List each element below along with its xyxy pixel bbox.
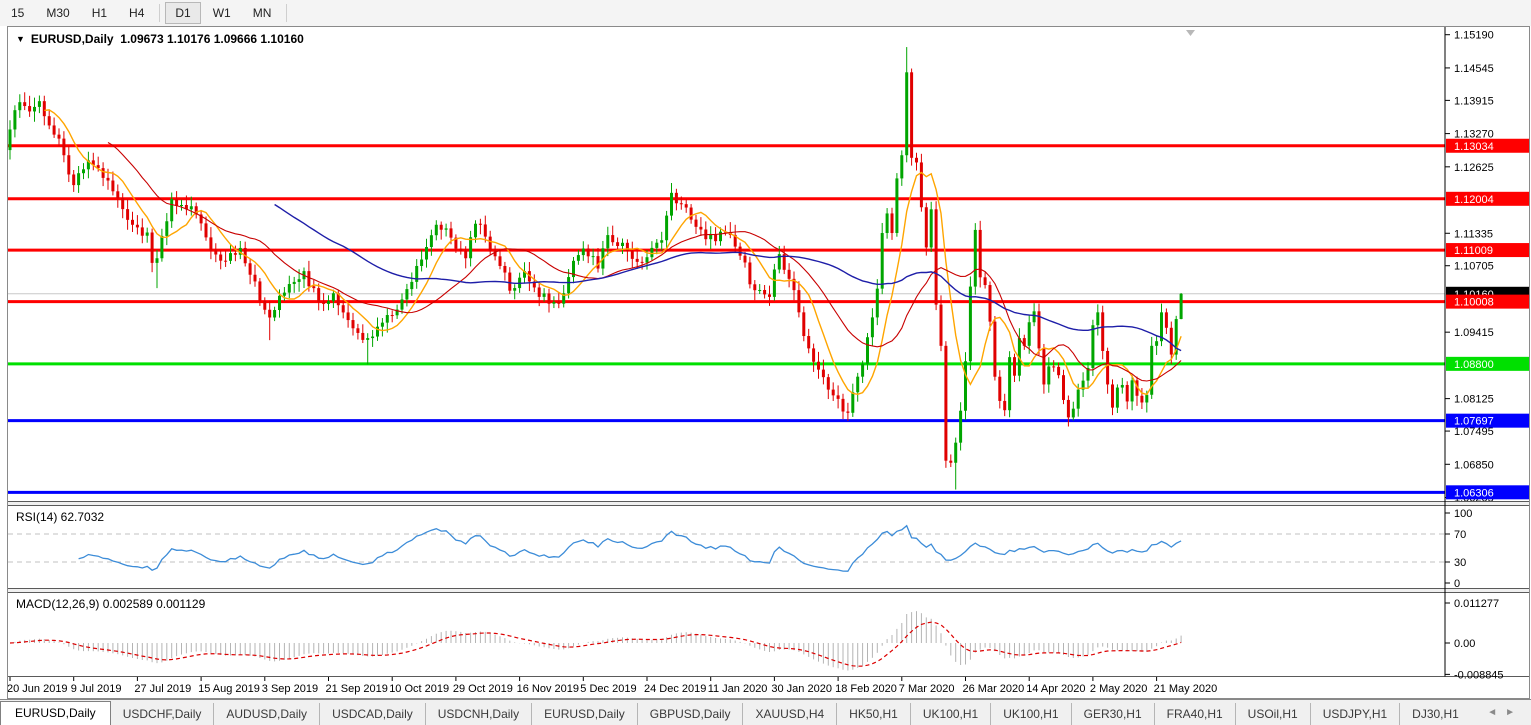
svg-text:100: 100	[1454, 508, 1472, 520]
chart-tab-usdcnh[interactable]: USDCNH,Daily	[425, 703, 531, 725]
chart-tab-xauusd[interactable]: XAUUSD,H4	[742, 703, 836, 725]
svg-text:10 Oct 2019: 10 Oct 2019	[389, 683, 449, 695]
chart-tab-eurusd2[interactable]: EURUSD,Daily	[531, 703, 637, 725]
svg-text:21 Sep 2019: 21 Sep 2019	[326, 683, 388, 695]
svg-text:1.13034: 1.13034	[1454, 141, 1494, 153]
chart-tab-ger30[interactable]: GER30,H1	[1071, 703, 1154, 725]
chart-shift-marker-icon[interactable]	[1186, 30, 1195, 36]
chart-window[interactable]: 1.151901.145451.139151.132701.126251.113…	[7, 26, 1530, 699]
timeframe-button-h1[interactable]: H1	[82, 2, 117, 24]
svg-text:18 Feb 2020: 18 Feb 2020	[835, 683, 897, 695]
toolbar-separator	[286, 4, 287, 22]
chart-canvas[interactable]: 1.151901.145451.139151.132701.126251.113…	[8, 27, 1529, 698]
chart-tab-usdjpy[interactable]: USDJPY,H1	[1310, 703, 1399, 725]
svg-text:7 Mar 2020: 7 Mar 2020	[899, 683, 955, 695]
svg-text:1.11335: 1.11335	[1454, 228, 1493, 240]
mt4-application: { "toolbar": { "timeframes": ["15","M30"…	[0, 0, 1531, 725]
svg-text:2 May 2020: 2 May 2020	[1090, 683, 1147, 695]
svg-text:1.09415: 1.09415	[1454, 327, 1494, 339]
svg-text:1.07697: 1.07697	[1454, 416, 1494, 428]
chart-tab-eurusd-active[interactable]: EURUSD,Daily	[0, 701, 111, 725]
svg-text:21 May 2020: 21 May 2020	[1154, 683, 1218, 695]
svg-text:1.07495: 1.07495	[1454, 426, 1494, 438]
price-axis: 1.151901.145451.139151.132701.126251.113…	[1445, 30, 1494, 505]
svg-text:1.13915: 1.13915	[1454, 95, 1494, 107]
svg-text:27 Jul 2019: 27 Jul 2019	[134, 683, 191, 695]
svg-text:14 Apr 2020: 14 Apr 2020	[1026, 683, 1085, 695]
timeframe-button-mn[interactable]: MN	[243, 2, 282, 24]
svg-text:30 Jan 2020: 30 Jan 2020	[771, 683, 832, 695]
svg-text:1.12625: 1.12625	[1454, 162, 1494, 174]
rsi-pane: 100 70 30 0	[8, 508, 1472, 590]
svg-text:1.14545: 1.14545	[1454, 63, 1494, 75]
toolbar-separator	[159, 4, 160, 22]
svg-text:30: 30	[1454, 557, 1466, 569]
chart-tab-hk50[interactable]: HK50,H1	[836, 703, 910, 725]
timeframe-button-w1[interactable]: W1	[203, 2, 241, 24]
svg-text:1.06306: 1.06306	[1454, 487, 1494, 499]
chart-tab-gbpusd[interactable]: GBPUSD,Daily	[637, 703, 743, 725]
svg-text:1.10705: 1.10705	[1454, 261, 1494, 273]
svg-text:16 Nov 2019: 16 Nov 2019	[517, 683, 579, 695]
moving-average-55	[275, 205, 1182, 351]
svg-text:5 Dec 2019: 5 Dec 2019	[580, 683, 636, 695]
chart-tab-usdchf[interactable]: USDCHF,Daily	[111, 703, 214, 725]
svg-text:1.08125: 1.08125	[1454, 394, 1494, 406]
timeframe-button-m30[interactable]: M30	[36, 2, 79, 24]
pane-separators[interactable]	[8, 27, 1529, 677]
tab-scroll-nav: ◄►	[1487, 707, 1523, 718]
chart-tab-usoil[interactable]: USOil,H1	[1235, 703, 1310, 725]
timeframe-button-d1[interactable]: D1	[165, 2, 200, 24]
rsi-line	[79, 526, 1182, 572]
timeframe-toolbar: 15 M30 H1 H4 D1 W1 MN	[0, 0, 1531, 26]
svg-text:0.011277: 0.011277	[1454, 598, 1499, 610]
svg-text:0: 0	[1454, 578, 1460, 590]
macd-signal-line	[10, 622, 1181, 666]
svg-text:20 Jun 2019: 20 Jun 2019	[8, 683, 68, 695]
svg-text:15 Aug 2019: 15 Aug 2019	[198, 683, 260, 695]
tab-scroll-right-icon[interactable]: ►	[1505, 707, 1523, 718]
chart-tab-dj30[interactable]: DJ30,H1	[1399, 703, 1471, 725]
svg-text:1.11009: 1.11009	[1454, 245, 1493, 257]
horizontal-level-lines[interactable]	[8, 146, 1445, 493]
svg-text:29 Oct 2019: 29 Oct 2019	[453, 683, 513, 695]
svg-text:-0.008845: -0.008845	[1454, 669, 1504, 681]
chart-tab-usdcad[interactable]: USDCAD,Daily	[319, 703, 425, 725]
svg-text:1.10008: 1.10008	[1454, 297, 1494, 309]
svg-text:9 Jul 2019: 9 Jul 2019	[71, 683, 122, 695]
svg-text:26 Mar 2020: 26 Mar 2020	[963, 683, 1025, 695]
timeframe-button-h4[interactable]: H4	[119, 2, 154, 24]
chart-tab-fra40[interactable]: FRA40,H1	[1154, 703, 1235, 725]
svg-text:1.12004: 1.12004	[1454, 194, 1494, 206]
price-badges: 1.101601.130341.120041.110091.100081.088…	[1446, 139, 1529, 500]
chart-tab-audusd[interactable]: AUDUSD,Daily	[213, 703, 319, 725]
svg-text:24 Dec 2019: 24 Dec 2019	[644, 683, 706, 695]
chart-tab-bar: EURUSD,Daily USDCHF,Daily AUDUSD,Daily U…	[0, 699, 1531, 725]
chart-tab-uk100[interactable]: UK100,H1	[910, 703, 990, 725]
svg-text:1.06850: 1.06850	[1454, 459, 1494, 471]
chart-tab-uk100b[interactable]: UK100,H1	[990, 703, 1070, 725]
svg-text:11 Jan 2020: 11 Jan 2020	[708, 683, 768, 695]
svg-text:0.00: 0.00	[1454, 638, 1475, 650]
timeframe-button-m15[interactable]: 15	[1, 2, 34, 24]
svg-text:3 Sep 2019: 3 Sep 2019	[262, 683, 318, 695]
svg-text:1.15190: 1.15190	[1454, 30, 1494, 42]
svg-text:70: 70	[1454, 529, 1466, 541]
tab-scroll-left-icon[interactable]: ◄	[1487, 707, 1505, 718]
svg-text:1.08800: 1.08800	[1454, 359, 1494, 371]
date-axis: 20 Jun 20199 Jul 2019 27 Jul 2019 15 Aug 2…	[8, 677, 1217, 695]
macd-pane: 0.011277 0.00 -0.008845	[10, 598, 1504, 681]
candlestick-series	[9, 47, 1183, 489]
